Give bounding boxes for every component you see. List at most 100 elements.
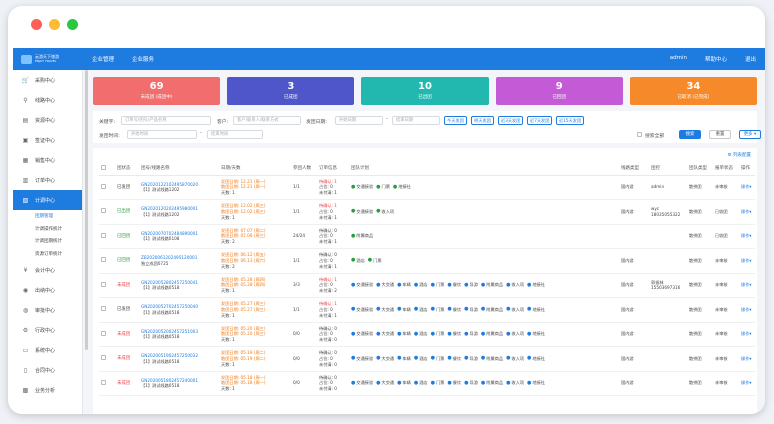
plan-tag[interactable]: ● 附属商品 bbox=[481, 380, 503, 387]
plan-tag[interactable]: ● 导游 bbox=[464, 355, 478, 362]
sidebar-item-document[interactable]: ▤ 资源中心 bbox=[13, 110, 82, 130]
plan-tag[interactable]: ● 导游 bbox=[464, 282, 478, 289]
quick-today-button[interactable]: 今天发团 bbox=[444, 116, 467, 125]
help-center-link[interactable]: 帮助中心 bbox=[696, 55, 736, 63]
plan-tag[interactable]: ● 餐饮 bbox=[447, 380, 461, 387]
row-action-button[interactable]: 操作▾ bbox=[741, 209, 752, 214]
row-action-button[interactable]: 操作▾ bbox=[741, 380, 752, 385]
table-row[interactable]: 未成团 GN2020052002457251003 【1】测试线路0518 发团日期:… bbox=[99, 322, 755, 347]
sidebar-item-passport[interactable]: ▣ 签证中心 bbox=[13, 130, 82, 150]
table-row[interactable]: 已发团 GN2020122102495870020 【1】测试线路1202 发团日期:… bbox=[99, 175, 755, 200]
sidebar-item-cash[interactable]: ◉ 出纳中心 bbox=[13, 280, 82, 300]
row-action-button[interactable]: 操作▾ bbox=[741, 184, 752, 189]
keyword-input[interactable]: 订单号/团号/产品名称 bbox=[121, 116, 211, 125]
table-row[interactable]: 已回团 ZB2020061202495120001 独立成团0725 发团日期: 06… bbox=[99, 248, 755, 274]
table-row[interactable]: 已发团 GN2020052702457250040 【1】测试线路0518 发团日期:… bbox=[99, 297, 755, 323]
plan-tag[interactable]: ● 地接社 bbox=[527, 355, 545, 362]
plan-tag[interactable]: ● 交通接驳 bbox=[351, 306, 373, 313]
sidebar-item-contract[interactable]: ▯ 合同中心 bbox=[13, 360, 82, 380]
table-row[interactable]: 未成团 GN2020052802457250041 【1】测试线路0518 发团日期:… bbox=[99, 273, 755, 298]
table-row[interactable]: 已回团 GN2020070702484890001 【1】测试线路0108 发团日期:… bbox=[99, 224, 755, 249]
plan-tag[interactable]: ● 收入项 bbox=[506, 355, 524, 362]
plan-tag[interactable]: ● 车辆 bbox=[397, 282, 411, 289]
row-checkbox[interactable] bbox=[101, 330, 106, 336]
plan-tag[interactable]: ● 酒店 bbox=[414, 306, 428, 313]
plan-tag[interactable]: ● 交通接驳 bbox=[351, 282, 373, 289]
sidebar-subitem[interactable]: 团期管理 bbox=[13, 210, 82, 223]
plan-tag[interactable]: ● 餐饮 bbox=[447, 355, 461, 362]
plan-tag[interactable]: ● 收入项 bbox=[506, 306, 524, 313]
row-action-button[interactable]: 操作▾ bbox=[741, 356, 752, 361]
issue-end-input[interactable]: 结束时间 bbox=[207, 130, 263, 139]
plan-tag[interactable]: ● 地接社 bbox=[527, 282, 545, 289]
plan-tag[interactable]: ● 交通接驳 bbox=[351, 208, 373, 215]
table-row[interactable]: 未成团 GN2020051902457250032 【1】测试线路0518 发团日期:… bbox=[99, 346, 755, 372]
plan-tag[interactable]: ● 大交通 bbox=[376, 380, 394, 387]
sidebar-item-approve[interactable]: ◍ 审批中心 bbox=[13, 300, 82, 320]
plan-tag[interactable]: ● 交通接驳 bbox=[351, 184, 373, 191]
row-checkbox[interactable] bbox=[101, 281, 106, 287]
plan-tag[interactable]: ● 收入项 bbox=[506, 331, 524, 338]
plan-tag[interactable]: ● 地接社 bbox=[393, 184, 411, 191]
plan-tag[interactable]: ● 门票 bbox=[368, 257, 382, 264]
row-action-button[interactable]: 操作▾ bbox=[741, 331, 752, 336]
row-checkbox[interactable] bbox=[101, 232, 106, 238]
plan-tag[interactable]: ● 大交通 bbox=[376, 306, 394, 313]
plan-tag[interactable]: ● 餐饮 bbox=[447, 306, 461, 313]
sidebar-item-monitor[interactable]: ▭ 系统中心 bbox=[13, 340, 82, 360]
plan-tag[interactable]: ● 车辆 bbox=[397, 380, 411, 387]
plan-tag[interactable]: ● 附属商品 bbox=[481, 355, 503, 362]
row-checkbox[interactable] bbox=[101, 257, 106, 263]
plan-tag[interactable]: ● 门票 bbox=[431, 306, 445, 313]
logout-link[interactable]: 退出 bbox=[736, 55, 765, 63]
sidebar-subitem[interactable]: 计调操作统计 bbox=[13, 223, 82, 236]
plan-tag[interactable]: ● 餐饮 bbox=[447, 282, 461, 289]
plan-tag[interactable]: ● 附属商品 bbox=[481, 306, 503, 313]
row-checkbox[interactable] bbox=[101, 183, 106, 189]
sidebar-item-analysis[interactable]: ▩ 业务分析 bbox=[13, 380, 82, 400]
plan-tag[interactable]: ● 地接社 bbox=[527, 331, 545, 338]
stat-card[interactable]: 3 已成团 bbox=[227, 77, 355, 105]
row-action-button[interactable]: 操作▾ bbox=[741, 307, 752, 312]
close-window-button[interactable] bbox=[31, 19, 42, 30]
stat-card[interactable]: 10 已出团 bbox=[361, 77, 489, 105]
plan-tag[interactable]: ● 收入项 bbox=[376, 208, 394, 215]
plan-tag[interactable]: ● 门票 bbox=[431, 355, 445, 362]
quick-7days-button[interactable]: 近7天发团 bbox=[527, 116, 553, 125]
depart-end-date-input[interactable]: 结束日期 bbox=[392, 116, 440, 125]
plan-tag[interactable]: ● 车辆 bbox=[397, 355, 411, 362]
sidebar-item-gear[interactable]: ⚙ 行政中心 bbox=[13, 320, 82, 340]
reset-button[interactable]: 重置 bbox=[709, 130, 731, 139]
customer-input[interactable]: 客户/联系人/联系方式 bbox=[233, 116, 301, 125]
row-checkbox[interactable] bbox=[101, 208, 106, 214]
plan-tag[interactable]: ● 车辆 bbox=[397, 331, 411, 338]
sidebar-scrollbar[interactable] bbox=[85, 70, 88, 350]
plan-tag[interactable]: ● 门票 bbox=[431, 282, 445, 289]
stat-card[interactable]: 34 已取消 (已完成) bbox=[629, 77, 758, 105]
quick-15days-button[interactable]: 近15天发团 bbox=[556, 116, 585, 125]
row-action-button[interactable]: 操作▾ bbox=[741, 233, 752, 238]
quick-3days-button[interactable]: 近3天发团 bbox=[498, 116, 524, 125]
plan-tag[interactable]: ● 大交通 bbox=[376, 282, 394, 289]
nav-enterprise-service[interactable]: 企业服务 bbox=[123, 55, 163, 63]
plan-tag[interactable]: ● 门票 bbox=[431, 331, 445, 338]
plan-tag[interactable]: ● 交通接驳 bbox=[351, 355, 373, 362]
plan-tag[interactable]: ● 附属商品 bbox=[481, 331, 503, 338]
row-action-button[interactable]: 操作▾ bbox=[741, 258, 752, 263]
search-all-checkbox[interactable] bbox=[637, 132, 642, 137]
sidebar-item-map-pin[interactable]: ⚲ 线路中心 bbox=[13, 90, 82, 110]
quick-tomorrow-button[interactable]: 明天发团 bbox=[471, 116, 494, 125]
plan-tag[interactable]: ● 门票 bbox=[431, 380, 445, 387]
row-action-button[interactable]: 操作▾ bbox=[741, 282, 752, 287]
sidebar-item-schedule[interactable]: ▧ 计调中心 bbox=[13, 190, 82, 210]
table-row[interactable]: 已出团 GN2020120202495980001 【1】测试线路1202 发团日期:… bbox=[99, 199, 755, 225]
table-row[interactable]: 未成团 GN2020051802457240001 【1】测试线路0518 发团日期:… bbox=[99, 371, 755, 396]
nav-enterprise-management[interactable]: 企业管理 bbox=[83, 55, 123, 63]
sidebar-item-chart[interactable]: ▦ 销售中心 bbox=[13, 150, 82, 170]
depart-start-date-input[interactable]: 开始日期 bbox=[335, 116, 383, 125]
plan-tag[interactable]: ● 酒店 bbox=[414, 380, 428, 387]
plan-tag[interactable]: ● 收入项 bbox=[506, 380, 524, 387]
row-checkbox[interactable] bbox=[101, 306, 106, 312]
plan-tag[interactable]: ● 车辆 bbox=[397, 306, 411, 313]
plan-tag[interactable]: ● 大交通 bbox=[376, 355, 394, 362]
